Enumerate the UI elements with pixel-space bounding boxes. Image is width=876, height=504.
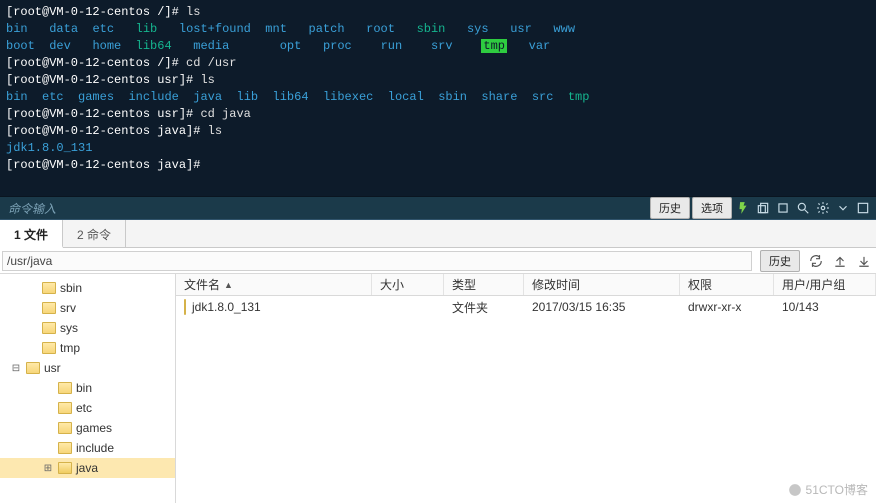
tree-node-games[interactable]: games (0, 418, 175, 438)
history-button[interactable]: 历史 (650, 197, 690, 219)
tree-toggle-icon[interactable]: ⊟ (10, 363, 22, 374)
tree-label: srv (60, 301, 76, 315)
folder-icon (42, 322, 56, 334)
tree-label: include (76, 441, 114, 455)
col-name[interactable]: 文件名▲ (176, 274, 372, 295)
tree-label: games (76, 421, 112, 435)
gear-icon[interactable] (814, 199, 832, 217)
upload-icon[interactable] (832, 253, 848, 269)
tree-node-java[interactable]: ⊞ java (0, 458, 175, 478)
clipboard-icon[interactable] (754, 199, 772, 217)
tree-label: tmp (60, 341, 80, 355)
folder-icon (58, 422, 72, 434)
file-browser: sbin srv sys tmp ⊟ usr bin etc games include ⊞ java… (0, 274, 876, 503)
tree-label: sbin (60, 281, 82, 295)
folder-icon (58, 442, 72, 454)
tree-node-include[interactable]: include (0, 438, 175, 458)
col-perm[interactable]: 权限 (680, 274, 774, 295)
tree-node-sbin[interactable]: sbin (0, 278, 175, 298)
folder-icon (42, 302, 56, 314)
path-bar: /usr/java 历史 (0, 248, 876, 274)
folder-icon (58, 462, 72, 474)
chevron-down-icon[interactable] (834, 199, 852, 217)
folder-icon (184, 299, 186, 315)
folder-icon (26, 362, 40, 374)
folder-icon (58, 382, 72, 394)
col-owner[interactable]: 用户/用户组 (774, 274, 876, 295)
file-header: 文件名▲ 大小 类型 修改时间 权限 用户/用户组 (176, 274, 876, 296)
options-button[interactable]: 选项 (692, 197, 732, 219)
folder-tree[interactable]: sbin srv sys tmp ⊟ usr bin etc games include ⊞ java (0, 274, 176, 503)
tree-node-bin[interactable]: bin (0, 378, 175, 398)
col-type[interactable]: 类型 (444, 274, 524, 295)
search-icon[interactable] (794, 199, 812, 217)
tree-label: sys (60, 321, 78, 335)
window-icon[interactable] (854, 199, 872, 217)
path-history-button[interactable]: 历史 (760, 250, 800, 272)
tab-commands[interactable]: 2 命令 (63, 220, 126, 247)
bolt-icon (734, 199, 752, 217)
folder-icon (42, 342, 56, 354)
panel-tabs: 1 文件 2 命令 (0, 220, 876, 248)
tree-toggle-icon[interactable]: ⊞ (42, 463, 54, 474)
tree-node-sys[interactable]: sys (0, 318, 175, 338)
col-mtime[interactable]: 修改时间 (524, 274, 680, 295)
tree-label: usr (44, 361, 61, 375)
folder-icon (42, 282, 56, 294)
file-list: 文件名▲ 大小 类型 修改时间 权限 用户/用户组 jdk1.8.0_131文件… (176, 274, 876, 503)
tree-label: java (76, 461, 98, 475)
path-input[interactable]: /usr/java (2, 251, 752, 271)
sort-asc-icon: ▲ (224, 280, 233, 290)
tree-label: etc (76, 401, 92, 415)
folder-icon (58, 402, 72, 414)
copy-icon[interactable] (774, 199, 792, 217)
command-input[interactable]: 命令输入 (0, 200, 650, 217)
tree-label: bin (76, 381, 92, 395)
col-size[interactable]: 大小 (372, 274, 444, 295)
tree-node-etc[interactable]: etc (0, 398, 175, 418)
terminal-pane[interactable]: [root@VM-0-12-centos /]# lsbin data etc … (0, 0, 876, 196)
tree-node-srv[interactable]: srv (0, 298, 175, 318)
download-icon[interactable] (856, 253, 872, 269)
tree-node-tmp[interactable]: tmp (0, 338, 175, 358)
tab-files[interactable]: 1 文件 (0, 220, 63, 248)
tree-node-usr[interactable]: ⊟ usr (0, 358, 175, 378)
command-bar: 命令输入 历史 选项 (0, 196, 876, 220)
table-row[interactable]: jdk1.8.0_131文件夹2017/03/15 16:35drwxr-xr-… (176, 296, 876, 318)
refresh-icon[interactable] (808, 253, 824, 269)
watermark: 51CTO博客 (788, 481, 868, 498)
